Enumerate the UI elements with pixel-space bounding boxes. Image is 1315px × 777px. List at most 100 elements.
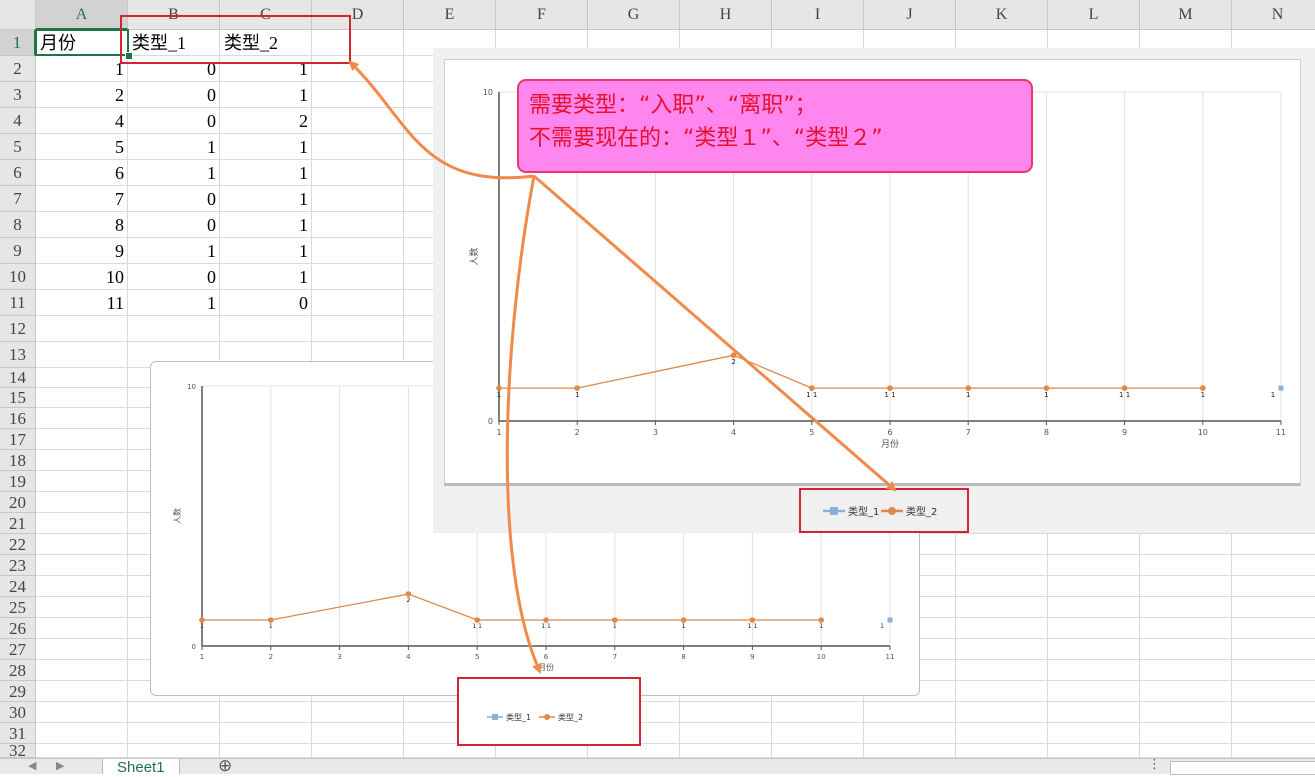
table-cell[interactable]: 0 xyxy=(128,212,220,238)
table-cell[interactable]: 0 xyxy=(128,186,220,212)
row-header-6[interactable]: 6 xyxy=(0,160,36,186)
table-cell[interactable]: 2 xyxy=(36,82,128,108)
row-header-32[interactable]: 32 xyxy=(0,742,36,758)
table-cell[interactable]: 1 xyxy=(220,238,312,264)
sheet-tab-bar: ◀ ▶ Sheet1 ⊕ ⋮ xyxy=(0,756,1315,776)
row-header-22[interactable]: 22 xyxy=(0,534,36,555)
table-cell[interactable]: 1 xyxy=(220,82,312,108)
row-header-7[interactable]: 7 xyxy=(0,186,36,212)
table-cell[interactable]: 1 xyxy=(220,160,312,186)
row-header-17[interactable]: 17 xyxy=(0,429,36,450)
table-cell[interactable]: 1 xyxy=(128,290,220,316)
x-tick-label: 11 xyxy=(886,653,895,661)
add-sheet-icon[interactable]: ⊕ xyxy=(218,756,232,776)
row-header-10[interactable]: 10 xyxy=(0,264,36,290)
scroll-left-icon[interactable]: ◀ xyxy=(28,759,36,772)
row-header-25[interactable]: 25 xyxy=(0,597,36,618)
table-cell[interactable]: 1 xyxy=(220,186,312,212)
table-cell[interactable]: 1 xyxy=(128,160,220,186)
row-header-4[interactable]: 4 xyxy=(0,108,36,134)
row-header-16[interactable]: 16 xyxy=(0,408,36,429)
row-header-29[interactable]: 29 xyxy=(0,681,36,702)
column-header-e[interactable]: E xyxy=(404,0,496,30)
column-header-f[interactable]: F xyxy=(496,0,588,30)
data-label: 1 xyxy=(1044,391,1048,399)
table-cell[interactable]: 2 xyxy=(220,108,312,134)
table-cell[interactable]: 6 xyxy=(36,160,128,186)
row-header-2[interactable]: 2 xyxy=(0,56,36,82)
series-2-marker xyxy=(1121,385,1128,391)
series-2-marker xyxy=(680,617,687,623)
column-header-m[interactable]: M xyxy=(1140,0,1232,30)
table-cell[interactable]: 0 xyxy=(128,264,220,290)
table-cell[interactable]: 0 xyxy=(220,290,312,316)
x-tick-label: 2 xyxy=(575,428,580,437)
column-header-j[interactable]: J xyxy=(864,0,956,30)
series-2-marker xyxy=(574,385,580,391)
column-header-k[interactable]: K xyxy=(956,0,1048,30)
column-header-n[interactable]: N xyxy=(1232,0,1315,30)
scroll-right-icon[interactable]: ▶ xyxy=(56,759,64,772)
series-2-marker xyxy=(543,617,549,623)
row-header-9[interactable]: 9 xyxy=(0,238,36,264)
table-cell[interactable]: 11 xyxy=(36,290,128,316)
y-axis-title: 人数 xyxy=(172,508,182,524)
x-axis-title: 月份 xyxy=(538,662,554,672)
table-cell[interactable]: 0 xyxy=(128,82,220,108)
row-header-20[interactable]: 20 xyxy=(0,492,36,513)
row-header-23[interactable]: 23 xyxy=(0,555,36,576)
table-cell[interactable]: 5 xyxy=(36,134,128,160)
row-header-1[interactable]: 1 xyxy=(0,30,36,56)
sheet-tab-sheet1[interactable]: Sheet1 xyxy=(102,759,180,776)
series-2-marker xyxy=(496,385,502,391)
active-cell-outline xyxy=(35,29,129,56)
callout-line-1: 需要类型：“入职”、“离职”； xyxy=(529,93,817,118)
x-tick-label: 6 xyxy=(544,653,549,661)
table-cell[interactable]: 9 xyxy=(36,238,128,264)
spreadsheet-grid[interactable]: ABCDEFGHIJKLMN 1 2 3 4 5 6 7 8 9 10 11 12 13 14 15 16 17… xyxy=(0,0,1315,758)
data-label: 1 xyxy=(880,623,884,630)
row-header-21[interactable]: 21 xyxy=(0,513,36,534)
column-header-l[interactable]: L xyxy=(1048,0,1140,30)
row-header-18[interactable]: 18 xyxy=(0,450,36,471)
x-tick-label: 9 xyxy=(750,653,754,661)
row-header-30[interactable]: 30 xyxy=(0,702,36,723)
table-cell[interactable]: 1 xyxy=(220,212,312,238)
more-options-icon[interactable]: ⋮ xyxy=(1148,757,1161,772)
row-header-26[interactable]: 26 xyxy=(0,618,36,639)
table-cell[interactable]: 0 xyxy=(128,108,220,134)
row-header-14[interactable]: 14 xyxy=(0,368,36,388)
series-2-marker xyxy=(1200,385,1206,391)
table-cell[interactable]: 1 xyxy=(36,56,128,82)
row-header-24[interactable]: 24 xyxy=(0,576,36,597)
row-header-5[interactable]: 5 xyxy=(0,134,36,160)
table-cell[interactable]: 10 xyxy=(36,264,128,290)
x-tick-label: 3 xyxy=(337,653,341,661)
series-2-marker xyxy=(887,385,893,391)
table-cell[interactable]: 8 xyxy=(36,212,128,238)
row-header-11[interactable]: 11 xyxy=(0,290,36,316)
y-tick-label: 0 xyxy=(192,643,196,651)
table-cell[interactable]: 4 xyxy=(36,108,128,134)
data-label: 1 xyxy=(682,623,686,630)
row-header-27[interactable]: 27 xyxy=(0,639,36,660)
row-header-19[interactable]: 19 xyxy=(0,471,36,492)
table-cell[interactable]: 1 xyxy=(220,264,312,290)
row-header-3[interactable]: 3 xyxy=(0,82,36,108)
table-cell[interactable]: 1 xyxy=(128,134,220,160)
row-header-8[interactable]: 8 xyxy=(0,212,36,238)
column-header-a[interactable]: A xyxy=(36,0,128,30)
data-label: 1 xyxy=(575,391,579,399)
row-header-15[interactable]: 15 xyxy=(0,388,36,408)
table-cell[interactable]: 7 xyxy=(36,186,128,212)
table-cell[interactable]: 1 xyxy=(128,238,220,264)
column-header-i[interactable]: I xyxy=(772,0,864,30)
table-cell[interactable]: 1 xyxy=(220,134,312,160)
row-header-28[interactable]: 28 xyxy=(0,660,36,681)
select-all-corner[interactable] xyxy=(0,0,36,30)
column-header-h[interactable]: H xyxy=(680,0,772,30)
column-header-g[interactable]: G xyxy=(588,0,680,30)
x-tick-label: 4 xyxy=(731,428,736,437)
row-header-13[interactable]: 13 xyxy=(0,342,36,368)
row-header-12[interactable]: 12 xyxy=(0,316,36,342)
